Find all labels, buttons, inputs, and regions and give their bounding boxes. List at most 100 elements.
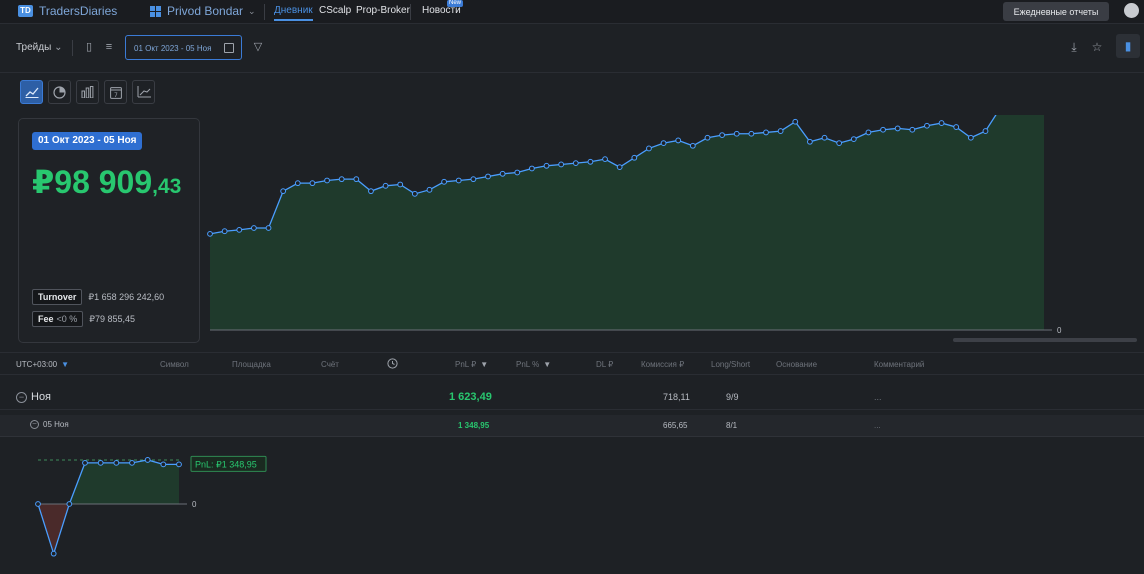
data-point <box>646 145 652 152</box>
logo-icon: TD <box>18 5 33 17</box>
summary-card: 01 Окт 2023 - 05 Ноя ₽98 909,43 Turnover… <box>18 118 200 343</box>
account-selector[interactable]: Privod Bondar ⌄ <box>150 4 256 18</box>
columns-icon[interactable]: ▯ <box>82 40 96 54</box>
chevron-down-icon: ⌄ <box>54 42 63 53</box>
column-long-short[interactable]: Long/Short <box>711 360 750 369</box>
table-header: UTC+03:00 ▼ Символ Площадка Счёт PnL ₽ ▼ P… <box>0 352 1144 375</box>
pnl-equity-chart[interactable]: 0PnL: ₽98 909,43 <box>205 115 1144 345</box>
table-row[interactable]: −05 Ноя 1 348,95 665,65 8/1 ... <box>0 415 1144 437</box>
column-symbol[interactable]: Символ <box>160 360 189 369</box>
row-comment[interactable]: ... <box>874 421 881 430</box>
column-comment[interactable]: Комментарий <box>874 360 924 369</box>
day-pnl-chart[interactable]: 0 PnL: ₽1 348,95 <box>30 448 280 563</box>
group-long-short: 9/9 <box>726 392 739 402</box>
date-range-text: 01 Окт 2023 - 05 Ноя <box>134 44 212 53</box>
data-point <box>411 190 418 197</box>
group-label: − Ноя <box>16 391 51 403</box>
bar-chart-icon[interactable] <box>76 80 99 104</box>
loss-area <box>38 504 179 554</box>
row-commission: 665,65 <box>663 421 688 430</box>
brand-name: TradersDiaries <box>39 4 118 18</box>
column-pnl-percent[interactable]: PnL % ▼ <box>516 360 551 369</box>
data-point <box>160 461 167 468</box>
brand-logo[interactable]: TD TradersDiaries <box>18 4 117 18</box>
daily-reports-button[interactable]: Ежедневные отчеты <box>1003 2 1109 21</box>
table-group-row[interactable]: − Ноя 1 623,49 718,11 9/9 ... <box>0 386 1144 410</box>
column-account[interactable]: Счёт <box>321 360 339 369</box>
data-point <box>616 164 623 171</box>
data-point <box>280 188 287 195</box>
data-point <box>836 140 843 147</box>
data-point <box>982 128 989 134</box>
calendar-icon <box>224 43 234 53</box>
avatar[interactable] <box>1124 3 1139 18</box>
data-point <box>221 228 228 235</box>
calendar-icon[interactable]: 7 <box>104 80 127 104</box>
data-point <box>909 126 916 133</box>
nav-prop-broker[interactable]: Prop-Broker <box>356 5 410 16</box>
data-point <box>82 459 88 466</box>
row-long-short: 8/1 <box>726 421 738 430</box>
fee-percent: <0 % <box>56 314 78 324</box>
download-icon[interactable]: ⤓ <box>1067 40 1081 54</box>
divider <box>410 4 411 20</box>
turnover-row: Turnover ₽1 658 296 242,60 <box>32 289 164 305</box>
trend-chart-icon[interactable] <box>132 80 155 104</box>
svg-text:7: 7 <box>114 92 118 99</box>
column-basis[interactable]: Основание <box>776 360 817 369</box>
trades-dropdown[interactable]: Трейды ⌄ <box>16 42 62 53</box>
profit-area <box>38 459 179 504</box>
total-pnl: ₽98 909,43 <box>32 163 181 201</box>
collapse-icon[interactable]: − <box>30 420 39 430</box>
data-point <box>792 118 799 125</box>
star-icon[interactable]: ☆ <box>1090 40 1104 54</box>
data-point <box>97 459 104 466</box>
date-range-picker[interactable]: 01 Окт 2023 - 05 Ноя <box>125 35 242 60</box>
data-point <box>719 132 726 138</box>
data-point <box>528 165 535 172</box>
align-icon[interactable]: ≡ <box>102 40 116 54</box>
last-pnl-text: PnL: ₽1 348,95 <box>195 459 257 469</box>
data-point <box>309 180 316 187</box>
toolbar: Трейды ⌄ ▯ ≡ 01 Окт 2023 - 05 Ноя ▽ ⤓ ☆ … <box>0 25 1144 73</box>
column-dl[interactable]: DL ₽ <box>596 360 613 369</box>
data-point <box>236 226 243 233</box>
turnover-label: Turnover <box>32 289 83 305</box>
account-name: Privod Bondar <box>167 4 244 18</box>
data-point <box>514 169 521 176</box>
data-point <box>953 124 960 130</box>
data-point <box>865 129 872 136</box>
data-point <box>324 177 330 184</box>
nav-diary[interactable]: Дневник <box>274 5 313 21</box>
data-point <box>485 173 491 180</box>
pie-chart-icon[interactable] <box>48 80 71 104</box>
data-point <box>499 170 506 177</box>
collapse-icon[interactable]: − <box>16 391 27 403</box>
data-point <box>207 230 213 237</box>
bar-chart-icon[interactable]: ▮ <box>1116 34 1140 58</box>
data-point <box>733 130 740 137</box>
column-pnl-rub[interactable]: PnL ₽ ▼ <box>455 360 488 369</box>
filter-icon[interactable]: ▽ <box>251 40 265 54</box>
total-pnl-main: ₽98 909 <box>32 164 153 200</box>
data-point <box>338 176 345 183</box>
line-chart-icon[interactable] <box>20 80 43 104</box>
nav-cscalp[interactable]: CScalp <box>319 5 351 16</box>
data-point <box>704 134 711 141</box>
data-point <box>880 126 886 133</box>
clock-icon[interactable] <box>387 358 398 371</box>
data-point <box>250 225 257 231</box>
group-comment[interactable]: ... <box>874 392 882 402</box>
data-point <box>455 177 462 184</box>
data-point <box>382 182 389 189</box>
data-point <box>587 158 594 165</box>
column-venue[interactable]: Площадка <box>232 360 271 369</box>
data-point <box>66 501 73 507</box>
data-point <box>924 122 930 129</box>
data-point <box>368 188 374 195</box>
data-point <box>821 134 828 141</box>
data-point <box>129 459 135 466</box>
column-commission[interactable]: Комиссия ₽ <box>641 360 684 369</box>
chart-scrollbar[interactable] <box>953 338 1137 342</box>
timezone-selector[interactable]: UTC+03:00 ▼ <box>16 360 69 369</box>
